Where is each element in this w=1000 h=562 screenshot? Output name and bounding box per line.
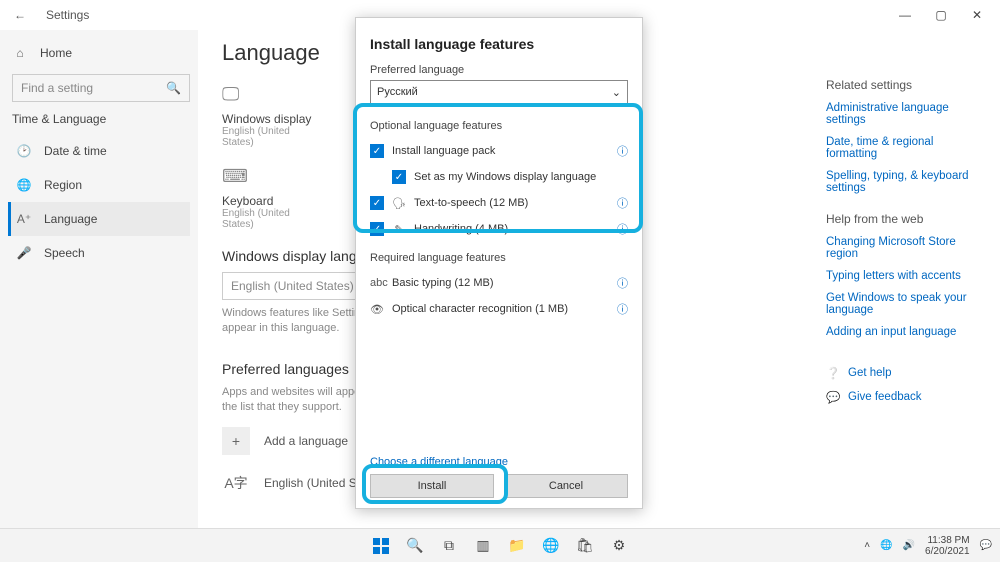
get-help-link[interactable]: ❔ Get help <box>826 366 984 380</box>
microphone-icon: 🎤 <box>16 246 32 260</box>
system-tray[interactable]: ˄ 🌐 🔊 11:38 PM 6/20/2021 💬 <box>864 535 992 557</box>
install-language-dialog: Install language features Preferred lang… <box>355 17 643 509</box>
sidebar-home[interactable]: ⌂ Home <box>12 38 190 68</box>
required-basic-typing: abc Basic typing (12 MB) ⓘ <box>370 270 628 296</box>
option-set-display-language[interactable]: ✓ Set as my Windows display language <box>392 164 628 190</box>
feedback-icon: 💬 <box>826 390 840 404</box>
checkbox-checked-icon[interactable]: ✓ <box>370 222 384 236</box>
sidebar-item-region[interactable]: 🌐 Region <box>12 168 190 202</box>
minimize-button[interactable]: — <box>896 8 914 22</box>
link-add-input-language[interactable]: Adding an input language <box>826 326 984 338</box>
checkbox-checked-icon[interactable]: ✓ <box>392 170 406 184</box>
language-glyph-icon: A字 <box>222 469 250 497</box>
tts-icon: 🗣 <box>392 197 406 210</box>
taskbar-explorer[interactable]: 📁 <box>506 535 528 557</box>
taskbar-clock[interactable]: 11:38 PM 6/20/2021 <box>925 535 970 557</box>
typing-icon: abc <box>370 277 384 289</box>
clock-icon: 🕑 <box>16 144 32 158</box>
maximize-button[interactable]: ▢ <box>932 8 950 22</box>
required-features-heading: Required language features <box>370 252 628 264</box>
sidebar-item-speech[interactable]: 🎤 Speech <box>12 236 190 270</box>
related-settings-heading: Related settings <box>826 78 984 92</box>
checkbox-checked-icon[interactable]: ✓ <box>370 196 384 210</box>
option-text-to-speech[interactable]: ✓ 🗣 Text-to-speech (12 MB) ⓘ <box>370 190 628 216</box>
close-button[interactable]: ✕ <box>968 8 986 22</box>
link-spelling-typing[interactable]: Spelling, typing, & keyboard settings <box>826 170 984 194</box>
taskbar-settings[interactable]: ⚙ <box>608 535 630 557</box>
volume-icon[interactable]: 🔊 <box>903 540 915 551</box>
optional-features-heading: Optional language features <box>370 120 628 132</box>
keyboard-icon: ⌨ <box>222 166 312 194</box>
sidebar-item-label: Date & time <box>44 144 107 158</box>
sidebar-item-label: Region <box>44 178 82 192</box>
install-button[interactable]: Install <box>370 474 494 498</box>
info-icon[interactable]: ⓘ <box>617 301 628 317</box>
sidebar-group-title: Time & Language <box>12 112 190 126</box>
option-handwriting[interactable]: ✓ ✎ Handwriting (4 MB) ⓘ <box>370 216 628 242</box>
link-date-time-format[interactable]: Date, time & regional formatting <box>826 136 984 160</box>
info-icon[interactable]: ⓘ <box>617 221 628 237</box>
taskbar-widgets[interactable]: ▥ <box>472 535 494 557</box>
chevron-down-icon: ⌄ <box>612 86 621 99</box>
plus-icon: + <box>222 427 250 455</box>
taskbar-task-view[interactable]: ⧉ <box>438 535 460 557</box>
option-install-language-pack[interactable]: ✓ Install language pack ⓘ <box>370 138 628 164</box>
start-button[interactable] <box>370 535 392 557</box>
link-windows-speak[interactable]: Get Windows to speak your language <box>826 292 984 316</box>
taskbar-store[interactable]: 🛍 <box>574 535 596 557</box>
sidebar-item-date-time[interactable]: 🕑 Date & time <box>12 134 190 168</box>
link-store-region[interactable]: Changing Microsoft Store region <box>826 236 984 260</box>
taskbar-edge[interactable]: 🌐 <box>540 535 562 557</box>
preferred-language-dropdown[interactable]: Русский ⌄ <box>370 80 628 104</box>
dialog-title: Install language features <box>370 36 628 52</box>
search-input[interactable]: Find a setting 🔍 <box>12 74 190 102</box>
language-icon: A⁺ <box>16 212 32 226</box>
related-settings-pane: Related settings Administrative language… <box>810 30 1000 414</box>
give-feedback-link[interactable]: 💬 Give feedback <box>826 390 984 404</box>
chevron-up-icon[interactable]: ˄ <box>864 540 870 551</box>
monitor-icon: 🖵 <box>222 84 312 112</box>
preferred-language-label: Preferred language <box>370 64 628 76</box>
info-icon[interactable]: ⓘ <box>617 195 628 211</box>
device-windows-display[interactable]: 🖵 Windows display English (United States… <box>222 84 312 148</box>
network-icon[interactable]: 🌐 <box>880 540 892 551</box>
back-button[interactable]: ← <box>8 8 32 22</box>
ocr-icon: 👁 <box>370 303 384 316</box>
notifications-icon[interactable]: 💬 <box>980 540 992 551</box>
choose-different-language-link[interactable]: Choose a different language <box>370 456 628 468</box>
home-icon: ⌂ <box>12 46 28 60</box>
checkbox-checked-icon[interactable]: ✓ <box>370 144 384 158</box>
sidebar-item-label: Language <box>44 212 97 226</box>
sidebar-item-language[interactable]: A⁺ Language <box>8 202 190 236</box>
sidebar-item-label: Speech <box>44 246 85 260</box>
taskbar: 🔍 ⧉ ▥ 📁 🌐 🛍 ⚙ ˄ 🌐 🔊 11:38 PM 6/20/2021 💬 <box>0 528 1000 562</box>
link-typing-accents[interactable]: Typing letters with accents <box>826 270 984 282</box>
taskbar-search[interactable]: 🔍 <box>404 535 426 557</box>
help-icon: ❔ <box>826 366 840 380</box>
cancel-button[interactable]: Cancel <box>504 474 628 498</box>
link-admin-language[interactable]: Administrative language settings <box>826 102 984 126</box>
sidebar-home-label: Home <box>40 46 72 60</box>
device-keyboard[interactable]: ⌨ Keyboard English (United States) <box>222 166 312 230</box>
required-ocr: 👁 Optical character recognition (1 MB) ⓘ <box>370 296 628 322</box>
handwriting-icon: ✎ <box>392 223 406 236</box>
info-icon[interactable]: ⓘ <box>617 275 628 291</box>
help-from-web-heading: Help from the web <box>826 212 984 226</box>
search-placeholder: Find a setting <box>21 81 93 95</box>
info-icon[interactable]: ⓘ <box>617 143 628 159</box>
search-icon: 🔍 <box>166 81 181 95</box>
globe-icon: 🌐 <box>16 178 32 192</box>
settings-sidebar: ⌂ Home Find a setting 🔍 Time & Language … <box>0 30 198 528</box>
